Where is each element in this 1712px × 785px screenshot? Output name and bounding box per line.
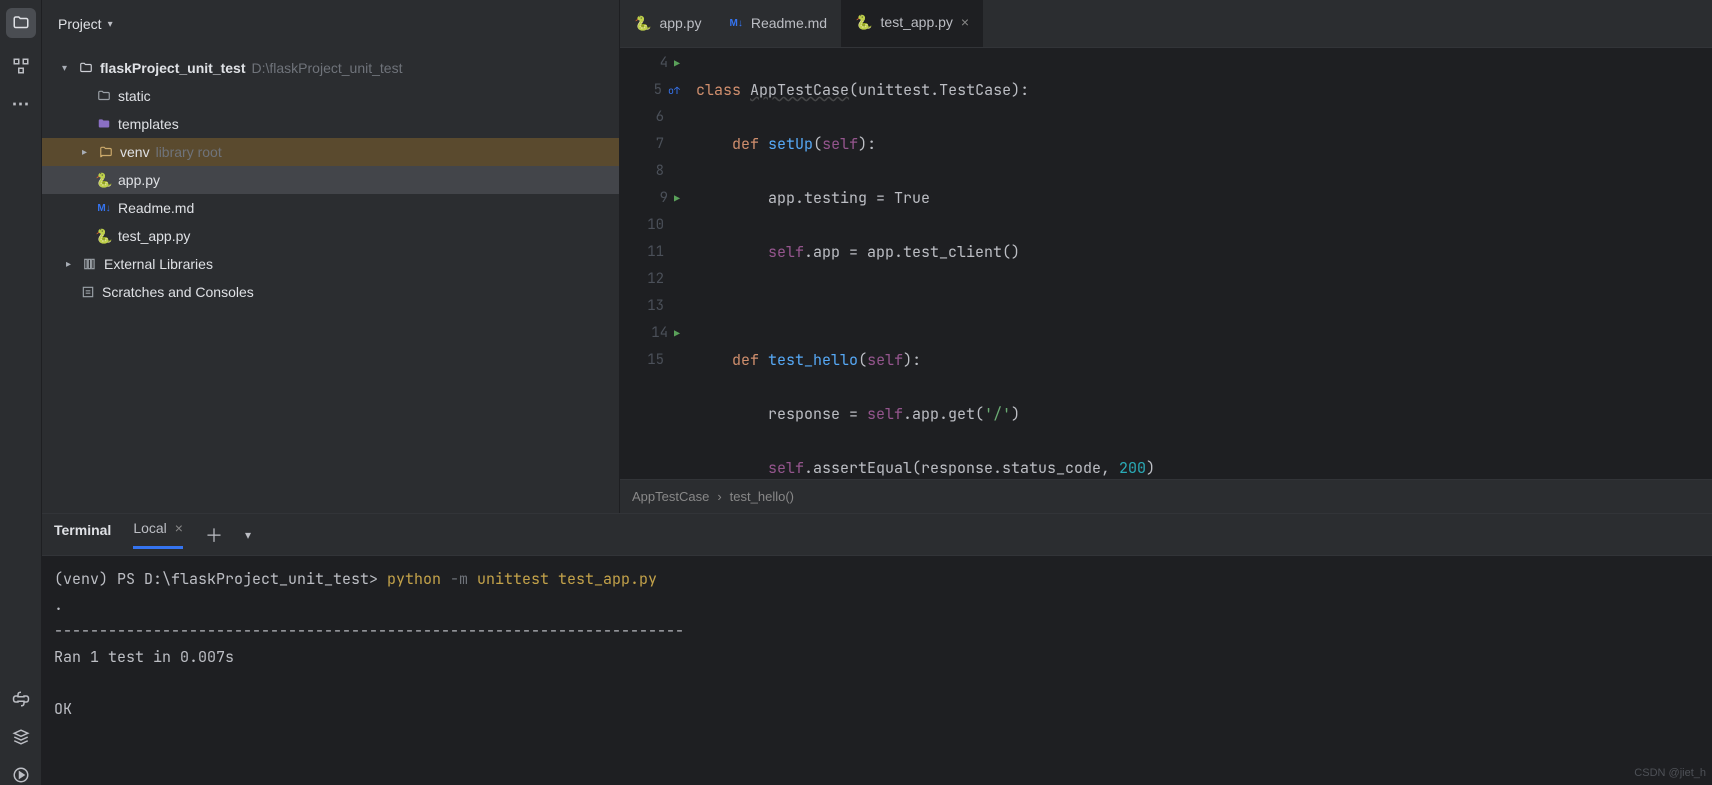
markdown-file-icon: M↓	[729, 18, 742, 29]
project-header[interactable]: Project ▾	[42, 0, 619, 48]
tab-readme[interactable]: M↓ Readme.md	[715, 0, 841, 47]
python-console-icon[interactable]	[11, 689, 31, 709]
project-panel: Project ▾ ▾ flaskProject_unit_test D:\fl…	[42, 0, 620, 513]
terminal-body[interactable]: (venv) PS D:\flaskProject_unit_test> pyt…	[42, 556, 1712, 785]
tree-root[interactable]: ▾ flaskProject_unit_test D:\flaskProject…	[42, 54, 619, 82]
python-file-icon: 🐍	[96, 228, 112, 244]
chevron-right-icon: ▸	[82, 147, 92, 158]
tree-templates[interactable]: templates	[42, 110, 619, 138]
python-file-icon: 🐍	[855, 14, 872, 31]
tree-root-path: D:\flaskProject_unit_test	[252, 60, 403, 76]
editor-tabs: 🐍 app.py M↓ Readme.md 🐍 test_app.py ×	[620, 0, 1712, 48]
breadcrumbs[interactable]: AppTestCase › test_hello()	[620, 479, 1712, 513]
chevron-down-icon[interactable]: ▾	[245, 528, 251, 542]
add-terminal-icon[interactable]: ＋	[205, 522, 223, 548]
tree-static[interactable]: static	[42, 82, 619, 110]
chevron-right-icon: ▸	[66, 259, 76, 270]
folder-icon	[78, 60, 94, 76]
terminal-panel: Terminal Local × ＋ ▾ (venv) PS D:\flaskP…	[42, 513, 1712, 785]
run-icon[interactable]: ▶	[674, 50, 680, 77]
code-editor[interactable]: class AppTestCase(unittest.TestCase): de…	[688, 48, 1712, 479]
run-icon[interactable]: ▶	[674, 320, 680, 347]
chevron-right-icon: ›	[717, 489, 721, 504]
markdown-file-icon: M↓	[96, 200, 112, 216]
folder-icon	[96, 88, 112, 104]
tree-readme[interactable]: M↓ Readme.md	[42, 194, 619, 222]
watermark: CSDN @jiet_h	[1634, 767, 1706, 779]
close-icon[interactable]: ×	[961, 14, 969, 30]
project-label: Project	[58, 16, 102, 32]
tab-app-py[interactable]: 🐍 app.py	[620, 0, 715, 47]
tree-scratches[interactable]: Scratches and Consoles	[42, 278, 619, 306]
chevron-down-icon: ▾	[108, 19, 113, 30]
tree-external-libs[interactable]: ▸ External Libraries	[42, 250, 619, 278]
tree-venv[interactable]: ▸ venv library root	[42, 138, 619, 166]
override-icon[interactable]: o↑	[668, 77, 680, 104]
structure-icon[interactable]	[11, 56, 31, 76]
tree-test-app[interactable]: 🐍 test_app.py	[42, 222, 619, 250]
library-icon	[82, 256, 98, 272]
folder-icon	[96, 116, 112, 132]
project-tree: ▾ flaskProject_unit_test D:\flaskProject…	[42, 48, 619, 312]
python-file-icon: 🐍	[96, 172, 112, 188]
tab-test-app[interactable]: 🐍 test_app.py ×	[841, 0, 983, 47]
services-icon[interactable]	[11, 727, 31, 747]
python-file-icon: 🐍	[634, 15, 651, 32]
scratch-icon	[80, 284, 96, 300]
left-tool-rail: ⋯	[0, 0, 42, 785]
folder-icon[interactable]	[6, 8, 36, 38]
run-icon[interactable]: ▶	[674, 185, 680, 212]
more-icon[interactable]: ⋯	[11, 94, 31, 114]
terminal-tab[interactable]: Terminal	[54, 522, 111, 548]
run-tool-icon[interactable]	[11, 765, 31, 785]
tree-root-name: flaskProject_unit_test	[100, 60, 246, 76]
tree-app-py[interactable]: 🐍 app.py	[42, 166, 619, 194]
chevron-down-icon: ▾	[62, 63, 72, 74]
folder-icon	[98, 144, 114, 160]
gutter: 4▶ 5o↑ 6 7 8 9▶ 10 11 12 13 14▶ 15	[620, 48, 688, 479]
close-icon[interactable]: ×	[175, 520, 183, 536]
terminal-session-tab[interactable]: Local ×	[133, 520, 183, 549]
